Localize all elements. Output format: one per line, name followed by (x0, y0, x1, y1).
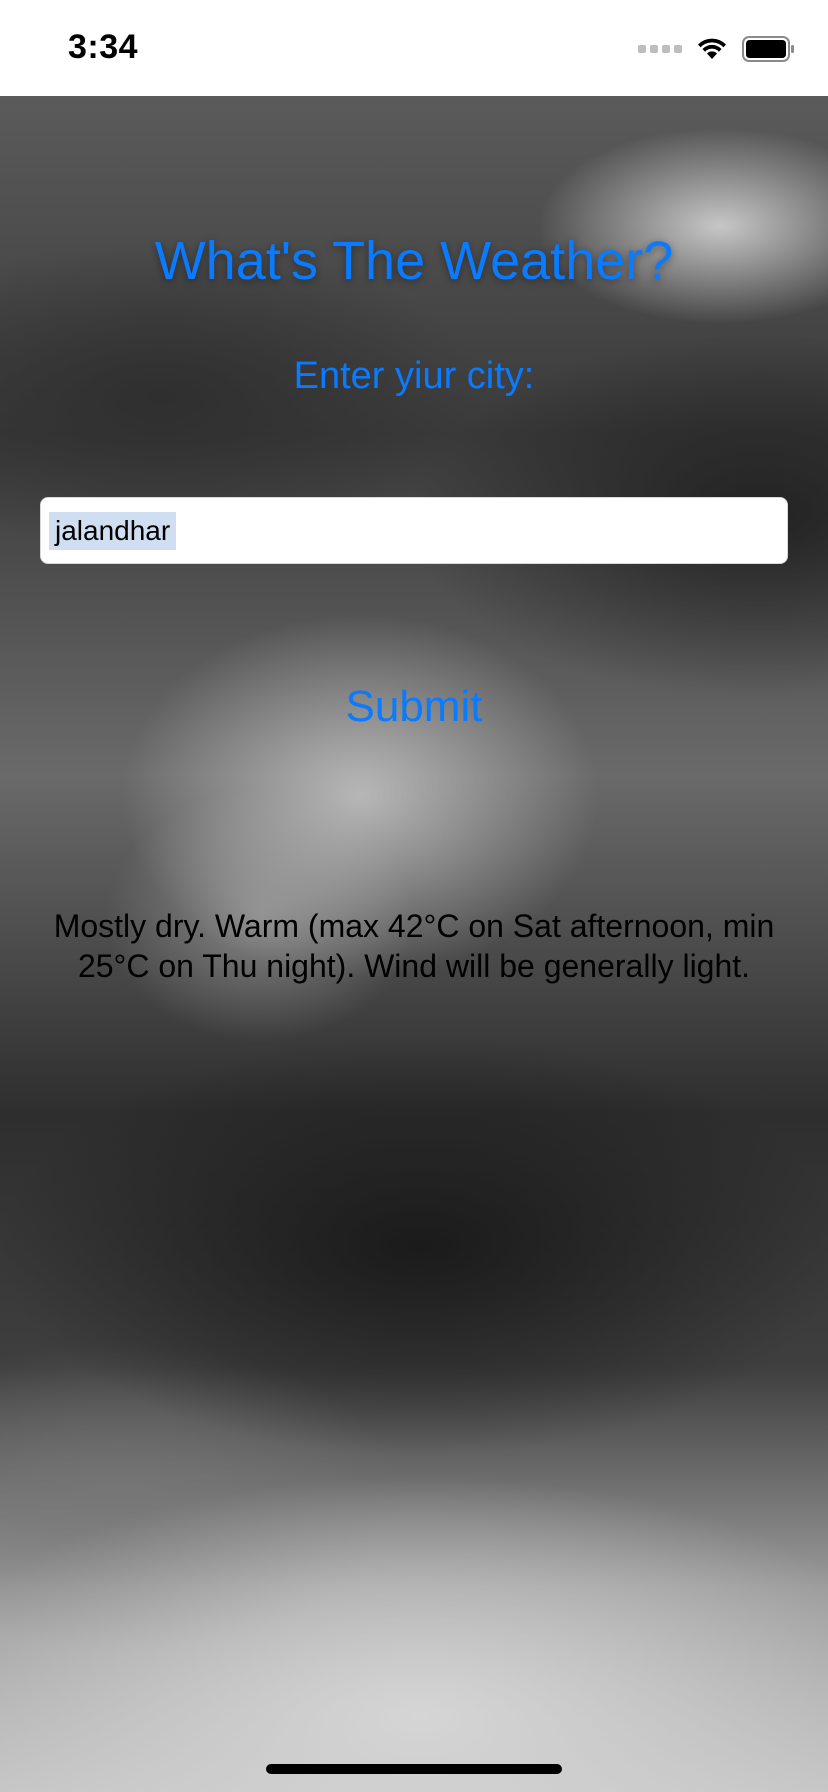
status-time: 3:34 (68, 28, 139, 66)
submit-button[interactable]: Submit (0, 682, 828, 732)
status-icons (638, 36, 796, 62)
wifi-icon (698, 38, 726, 59)
home-indicator[interactable] (266, 1764, 562, 1774)
city-input[interactable]: jalandhar (40, 497, 788, 564)
battery-icon (742, 36, 794, 62)
city-input-value[interactable]: jalandhar (49, 511, 177, 550)
city-prompt: Enter yiur city: (293, 355, 535, 397)
page-title: What's The Weather? (154, 231, 674, 291)
signal-dots-icon (638, 45, 682, 53)
forecast-text: Mostly dry. Warm (max 42°C on Sat aftern… (53, 908, 775, 984)
status-bar: 3:34 (0, 0, 828, 96)
